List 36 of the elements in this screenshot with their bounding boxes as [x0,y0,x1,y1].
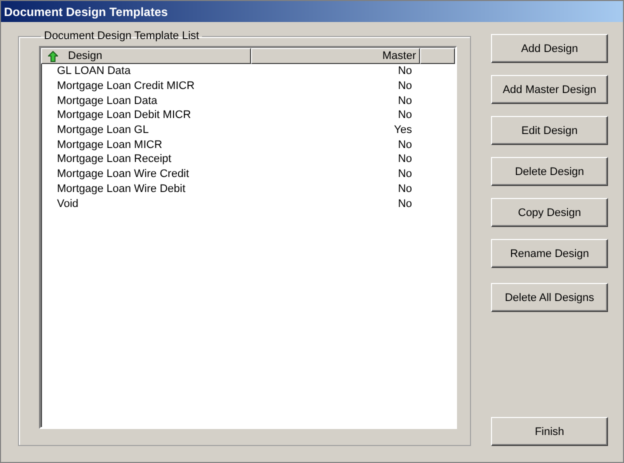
master-value: No [396,65,412,78]
action-button[interactable]: Rename Design [491,239,608,268]
window-title: Document Design Templates [4,4,168,18]
action-button[interactable]: Edit Design [491,116,608,145]
design-name[interactable]: Mortgage Loan Wire Credit [41,168,256,180]
master-value: No [396,168,412,180]
master-value: No [396,153,412,166]
action-button[interactable]: Add Master Design [491,75,608,104]
action-button[interactable]: Delete All Designs [491,283,608,312]
design-name[interactable]: Mortgage Loan Receipt [41,153,256,166]
design-name[interactable]: Mortgage Loan Debit MICR [41,109,256,122]
design-list[interactable] [39,46,457,429]
master-value: No [396,198,412,210]
action-button[interactable]: Copy Design [491,198,608,227]
column-label: Design [68,50,102,62]
column-label: Master [382,50,416,62]
master-value: No [396,94,412,107]
action-button[interactable]: Add Design [491,34,608,63]
master-value: Yes [393,124,412,136]
design-name[interactable]: GL LOAN Data [41,65,256,78]
design-name[interactable]: Mortgage Loan Credit MICR [41,80,256,92]
design-name[interactable]: Void [41,198,256,210]
group-title: Document Design Template List [43,30,200,42]
design-name[interactable]: Mortgage Loan GL [41,124,256,136]
column-header[interactable]: Design [41,48,251,64]
master-value: No [396,182,412,195]
action-button[interactable]: Delete Design [491,157,608,186]
master-value: No [396,138,412,151]
finish-button[interactable]: Finish [491,417,608,446]
design-name[interactable]: Mortgage Loan Wire Debit [41,182,256,195]
column-header [420,48,455,64]
design-name[interactable]: Mortgage Loan MICR [41,138,256,151]
master-value: No [396,109,412,122]
column-header[interactable]: Master [251,48,420,64]
master-value: No [396,80,412,92]
design-name[interactable]: Mortgage Loan Data [41,94,256,107]
